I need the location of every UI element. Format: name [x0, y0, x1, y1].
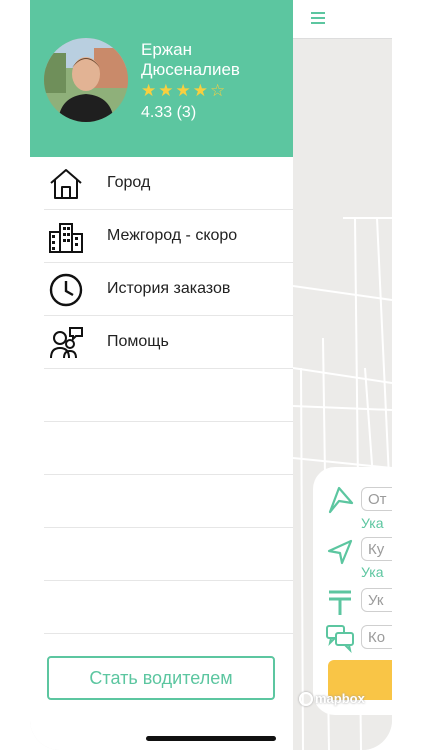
map-top-bar [293, 0, 392, 39]
become-driver-button[interactable]: Стать водителем [47, 656, 275, 700]
hamburger-menu-icon[interactable] [311, 12, 325, 24]
user-last-name: Дюсеналиев [141, 60, 240, 79]
mapbox-logo: mapbox [299, 691, 365, 706]
buildings-icon [49, 223, 83, 253]
menu-item-intercity[interactable]: Межгород - скоро [44, 210, 293, 263]
menu-item-help[interactable]: Помощь [44, 316, 293, 369]
menu-item-city[interactable]: Город [44, 157, 293, 210]
avatar[interactable] [44, 38, 128, 122]
to-hint: Ука [361, 564, 384, 580]
people-chat-icon [50, 327, 83, 359]
clock-icon [49, 273, 83, 307]
from-hint: Ука [361, 515, 384, 531]
menu-item-label: История заказов [107, 280, 231, 297]
comment-input[interactable]: Ко [361, 625, 392, 649]
menu-divider [44, 581, 293, 634]
menu-divider [44, 475, 293, 528]
menu-divider [44, 528, 293, 581]
user-name: Ержан Дюсеналиев [141, 40, 240, 80]
user-first-name: Ержан [141, 40, 193, 59]
price-input[interactable]: Ук [361, 588, 392, 612]
map-view[interactable]: От Ука Ку Ука Ук Ко mapbox [293, 0, 392, 750]
navigation-arrow-icon [327, 539, 353, 565]
chat-bubbles-icon [326, 625, 354, 653]
menu-divider [44, 422, 293, 475]
menu-item-label: Помощь [107, 333, 169, 350]
rating-stars: ★★★★☆ [141, 81, 228, 100]
menu-item-label: Межгород - скоро [107, 227, 238, 244]
home-icon [50, 169, 82, 199]
tenge-icon [329, 590, 351, 615]
drawer-menu: Город Межгород - скоро История заказов П… [30, 157, 293, 634]
menu-item-label: Город [107, 174, 151, 191]
avatar-photo [44, 38, 128, 122]
to-input[interactable]: Ку [361, 537, 392, 561]
side-drawer: Ержан Дюсеналиев ★★★★☆ 4.33 (3) Город Ме… [30, 0, 293, 750]
profile-header: Ержан Дюсеналиев ★★★★☆ 4.33 (3) [30, 0, 293, 157]
phone-screen: От Ука Ку Ука Ук Ко mapbox Ержан Дюсенал… [30, 0, 392, 750]
home-indicator[interactable] [146, 736, 276, 741]
from-input[interactable]: От [361, 487, 392, 511]
pickup-arrow-icon [328, 486, 354, 514]
menu-divider [44, 369, 293, 422]
rating-value: 4.33 (3) [141, 104, 197, 121]
menu-item-order-history[interactable]: История заказов [44, 263, 293, 316]
